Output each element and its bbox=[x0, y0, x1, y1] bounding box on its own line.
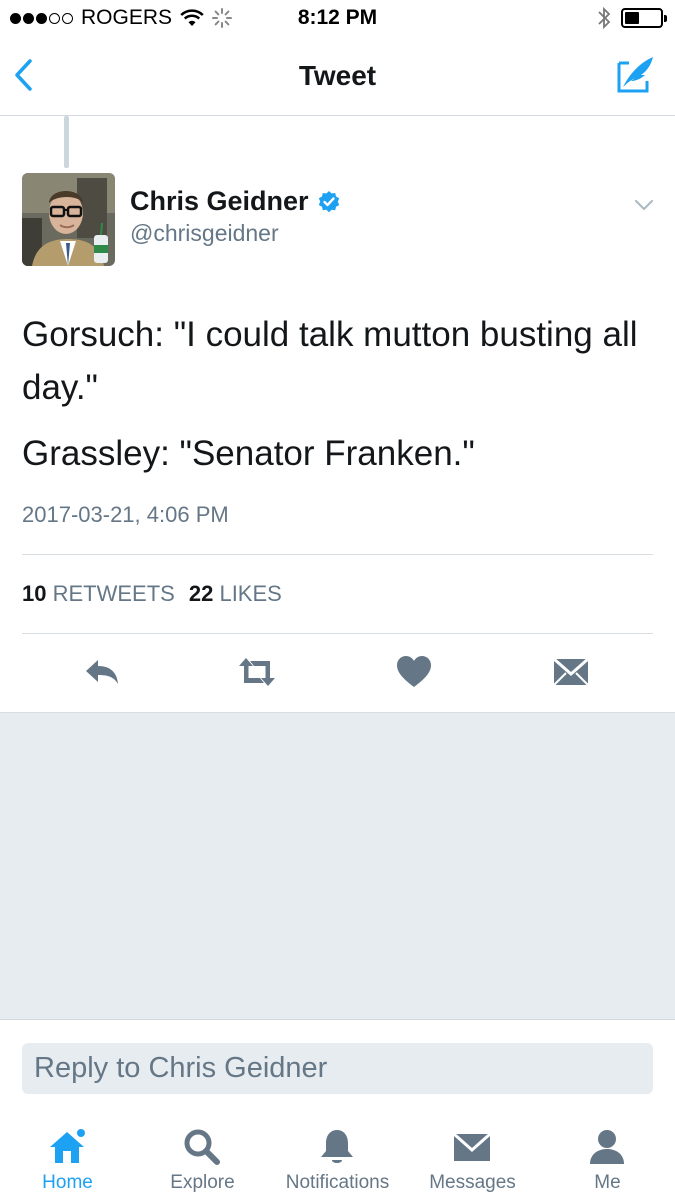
tab-bar: Home Explore Notifications Messages Me bbox=[0, 1109, 675, 1200]
tweet-text: Gorsuch: "I could talk mutton busting al… bbox=[22, 308, 662, 480]
reply-button[interactable] bbox=[82, 654, 122, 690]
tweet-paragraph: Grassley: "Senator Franken." bbox=[22, 434, 475, 473]
retweets-count: 10 bbox=[22, 581, 47, 606]
person-icon bbox=[590, 1130, 624, 1164]
tweet-stats: 10 RETWEETS 22 LIKES bbox=[22, 581, 282, 607]
battery-icon bbox=[621, 8, 667, 28]
chevron-down-icon bbox=[635, 200, 653, 211]
reply-input[interactable] bbox=[22, 1043, 653, 1094]
tab-label: Messages bbox=[429, 1172, 516, 1193]
tweet-actions bbox=[0, 634, 675, 712]
page-title: Tweet bbox=[298, 60, 377, 91]
tab-notifications[interactable]: Notifications bbox=[270, 1109, 405, 1200]
clock: 8:12 PM bbox=[297, 6, 378, 29]
thread-connector-line bbox=[64, 116, 69, 168]
author-handle[interactable]: @chrisgeidner bbox=[130, 220, 279, 247]
search-icon bbox=[184, 1129, 220, 1165]
tweet-timestamp: 2017-03-21, 4:06 PM bbox=[22, 502, 229, 527]
bluetooth-icon bbox=[598, 6, 611, 30]
verified-badge-icon bbox=[318, 190, 339, 212]
compose-tweet-button[interactable] bbox=[615, 53, 657, 95]
envelope-icon bbox=[553, 657, 589, 686]
battery-level bbox=[625, 12, 639, 24]
home-icon bbox=[50, 1127, 87, 1163]
compose-quill-icon bbox=[617, 57, 653, 93]
heart-icon bbox=[397, 656, 431, 687]
tab-label: Me bbox=[594, 1172, 621, 1193]
reply-icon bbox=[86, 660, 118, 684]
retweets-stat[interactable]: 10 RETWEETS bbox=[22, 581, 175, 607]
tab-me[interactable]: Me bbox=[540, 1109, 675, 1200]
likes-label: LIKES bbox=[219, 581, 282, 606]
status-bar: ROGERS 8:12 PM bbox=[0, 0, 675, 38]
notification-dot bbox=[75, 1127, 87, 1139]
divider bbox=[22, 554, 653, 555]
avatar[interactable] bbox=[22, 173, 115, 266]
direct-message-button[interactable] bbox=[551, 654, 591, 690]
retweet-icon bbox=[239, 658, 275, 686]
tab-label: Home bbox=[42, 1172, 93, 1193]
avatar-photo bbox=[22, 173, 115, 266]
tweet-paragraph: Gorsuch: "I could talk mutton busting al… bbox=[22, 315, 638, 407]
tab-home[interactable]: Home bbox=[0, 1109, 135, 1200]
reply-bar bbox=[0, 1019, 675, 1109]
tab-label: Notifications bbox=[285, 1172, 390, 1193]
tab-messages[interactable]: Messages bbox=[405, 1109, 540, 1200]
likes-stat[interactable]: 22 LIKES bbox=[189, 581, 282, 607]
like-button[interactable] bbox=[394, 654, 434, 690]
author-name[interactable]: Chris Geidner bbox=[130, 186, 309, 217]
envelope-icon bbox=[453, 1132, 491, 1161]
likes-count: 22 bbox=[188, 581, 214, 606]
retweet-button[interactable] bbox=[236, 654, 276, 690]
retweets-label: RETWEETS bbox=[52, 581, 175, 606]
tab-label: Explore bbox=[170, 1172, 235, 1193]
empty-replies-area bbox=[0, 712, 675, 1019]
tweet-options-button[interactable] bbox=[633, 194, 655, 216]
author-name-row[interactable]: Chris Geidner bbox=[130, 186, 341, 217]
bell-icon bbox=[321, 1130, 353, 1163]
navigation-bar: Tweet bbox=[0, 38, 675, 116]
tab-explore[interactable]: Explore bbox=[135, 1109, 270, 1200]
status-right bbox=[597, 6, 667, 30]
